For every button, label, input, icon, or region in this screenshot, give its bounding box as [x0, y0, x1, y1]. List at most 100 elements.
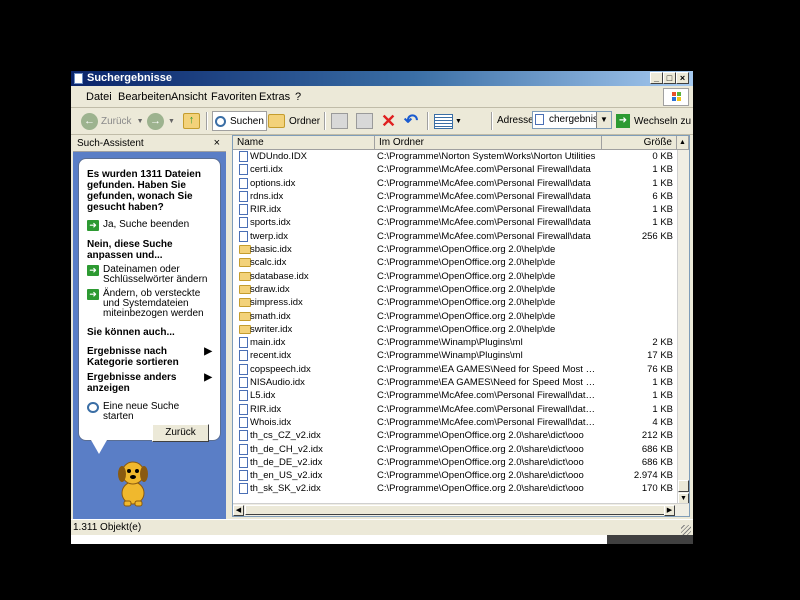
title-bar[interactable]: Suchergebnisse _ □ × [71, 71, 693, 86]
vertical-scroll-thumb[interactable] [678, 480, 689, 492]
row-folder: C:\Programme\Winamp\Plugins\ml [377, 337, 523, 349]
menu-edit[interactable]: Bearbeiten [118, 91, 171, 103]
table-row[interactable]: sdraw.idx C:\Programme\OpenOffice.org 2.0… [233, 283, 677, 296]
maximize-button[interactable]: □ [663, 72, 676, 84]
row-name: simpress.idx [250, 297, 303, 309]
forward-dropdown-icon[interactable]: ▼ [168, 118, 175, 125]
toolbar-separator [491, 112, 493, 130]
table-row[interactable]: sbasic.idx C:\Programme\OpenOffice.org 2.… [233, 243, 677, 256]
views-button[interactable]: ▼ [434, 111, 462, 131]
assistant-back-button[interactable]: Zurück [152, 424, 209, 442]
column-header-name[interactable]: Name [233, 136, 375, 150]
row-folder: C:\Programme\McAfee.com\Personal Firewal… [377, 164, 591, 176]
table-row[interactable]: th_de_DE_v2.idx C:\Programme\OpenOffice.o… [233, 456, 677, 469]
scroll-left-button[interactable]: ◀ [233, 505, 244, 516]
table-row[interactable]: NISAudio.idx C:\Programme\EA GAMES\Need f… [233, 376, 677, 389]
folders-button[interactable]: Ordner [268, 111, 320, 131]
hidden-files-option[interactable]: ➜ Ändern, ob versteckte und Systemdateie… [87, 289, 212, 319]
new-search-option[interactable]: Eine neue Suche starten [87, 402, 212, 422]
row-folder: C:\Programme\McAfee.com\Personal Firewal… [377, 204, 591, 216]
table-row[interactable]: Whois.idx C:\Programme\McAfee.com\Persona… [233, 416, 677, 429]
table-row[interactable]: RIR.idx C:\Programme\McAfee.com\Personal … [233, 203, 677, 216]
row-size: 6 KB [652, 190, 673, 202]
search-button[interactable]: Suchen [212, 111, 267, 131]
row-name: RIR.idx [250, 204, 282, 216]
toolbar-separator [324, 112, 326, 130]
back-dropdown-icon[interactable]: ▼ [137, 118, 144, 125]
table-row[interactable]: certi.idx C:\Programme\McAfee.com\Persona… [233, 163, 677, 176]
file-icon [239, 456, 248, 468]
delete-button[interactable]: ✕ [381, 111, 396, 131]
table-row[interactable]: WDUndo.IDX C:\Programme\Norton SystemWork… [233, 150, 677, 163]
scroll-right-button[interactable]: ▶ [664, 505, 675, 516]
column-header-size[interactable]: Größe [602, 136, 677, 150]
table-row[interactable]: copspeech.idx C:\Programme\EA GAMES\Need … [233, 363, 677, 376]
move-to-button[interactable] [331, 111, 348, 131]
row-name: copspeech.idx [250, 363, 311, 375]
resize-grip-icon[interactable] [681, 525, 691, 535]
display-differently-option[interactable]: Ergebnisse anders anzeigen ▶ [87, 372, 212, 394]
table-row[interactable]: th_cs_CZ_v2.idx C:\Programme\OpenOffice.o… [233, 429, 677, 442]
search-icon [215, 115, 226, 127]
folders-icon [268, 114, 285, 128]
minimize-button[interactable]: _ [650, 72, 663, 84]
vertical-scrollbar[interactable]: ▼ [677, 150, 689, 505]
row-folder: C:\Programme\OpenOffice.org 2.0\help\de [377, 283, 556, 295]
table-row[interactable]: main.idx C:\Programme\Winamp\Plugins\ml 2 … [233, 336, 677, 349]
row-folder: C:\Programme\McAfee.com\Personal Firewal… [377, 230, 591, 242]
panel-close-button[interactable]: × [214, 135, 220, 152]
table-row[interactable]: simpress.idx C:\Programme\OpenOffice.org … [233, 296, 677, 309]
row-name: smath.idx [250, 310, 291, 322]
table-row[interactable]: sdatabase.idx C:\Programme\OpenOffice.org… [233, 270, 677, 283]
table-row[interactable]: twerp.idx C:\Programme\McAfee.com\Persona… [233, 230, 677, 243]
row-name: recent.idx [250, 350, 292, 362]
search-results-icon [74, 73, 83, 84]
up-folder-button[interactable]: ↑ [183, 111, 200, 131]
row-size: 1 KB [652, 390, 673, 402]
table-row[interactable]: th_de_CH_v2.idx C:\Programme\OpenOffice.o… [233, 443, 677, 456]
back-button[interactable]: ← Zurück ▼ [81, 111, 144, 131]
window-title: Suchergebnisse [87, 72, 172, 84]
row-name: L5.idx [250, 390, 276, 402]
scroll-up-button[interactable]: ▲ [677, 136, 689, 150]
row-size: 686 KB [641, 443, 673, 455]
close-button[interactable]: × [676, 72, 689, 84]
menu-file[interactable]: Datei [86, 91, 112, 103]
table-row[interactable]: rdns.idx C:\Programme\McAfee.com\Personal… [233, 190, 677, 203]
column-header-folder[interactable]: Im Ordner [375, 136, 602, 150]
change-names-option[interactable]: ➜ Dateinamen oder Schlüsselwörter ändern [87, 265, 212, 285]
address-field[interactable]: chergebnisse ▼ [532, 111, 612, 129]
finish-search-option[interactable]: ➜ Ja, Suche beenden [87, 220, 212, 231]
copy-to-button[interactable] [356, 111, 373, 131]
file-icon [239, 230, 248, 242]
row-folder: C:\Programme\McAfee.com\Personal Firewal… [377, 190, 591, 202]
table-row[interactable]: options.idx C:\Programme\McAfee.com\Perso… [233, 177, 677, 190]
row-folder: C:\Programme\McAfee.com\Personal Firewal… [377, 390, 596, 402]
table-row[interactable]: L5.idx C:\Programme\McAfee.com\Personal F… [233, 389, 677, 402]
table-row[interactable]: scalc.idx C:\Programme\OpenOffice.org 2.0… [233, 256, 677, 269]
menu-bar: Datei Bearbeiten Ansicht Favoriten Extra… [71, 87, 693, 108]
undo-button[interactable]: ↶ [404, 111, 418, 131]
table-row[interactable]: swriter.idx C:\Programme\OpenOffice.org 2… [233, 323, 677, 336]
table-row[interactable]: smath.idx C:\Programme\OpenOffice.org 2.0… [233, 310, 677, 323]
table-row[interactable]: RIR.idx C:\Programme\McAfee.com\Personal … [233, 403, 677, 416]
search-dog-icon [118, 461, 148, 507]
menu-favorites[interactable]: Favoriten [211, 91, 257, 103]
forward-button[interactable]: → ▼ [147, 111, 175, 131]
copy-to-icon [356, 113, 373, 129]
menu-view[interactable]: Ansicht [171, 91, 207, 103]
horizontal-scroll-thumb[interactable] [245, 505, 675, 515]
table-row[interactable]: th_en_US_v2.idx C:\Programme\OpenOffice.o… [233, 469, 677, 482]
table-row[interactable]: recent.idx C:\Programme\Winamp\Plugins\ml… [233, 349, 677, 362]
table-row[interactable]: th_sk_SK_v2.idx C:\Programme\OpenOffice.o… [233, 482, 677, 495]
assistant-bubble: Es wurden 1311 Dateien gefunden. Haben S… [78, 158, 221, 454]
menu-tools[interactable]: Extras [259, 91, 290, 103]
address-dropdown-icon[interactable]: ▼ [596, 112, 611, 128]
horizontal-scrollbar[interactable]: ◀ ▶ [233, 503, 689, 516]
sort-by-category-option[interactable]: Ergebnisse nach Kategorie sortieren ▶ [87, 346, 212, 368]
go-button[interactable]: ➜ Wechseln zu [616, 111, 691, 131]
file-icon [239, 403, 248, 415]
row-name: sdatabase.idx [250, 270, 309, 282]
table-row[interactable]: sports.idx C:\Programme\McAfee.com\Person… [233, 216, 677, 229]
menu-help[interactable]: ? [295, 91, 301, 103]
